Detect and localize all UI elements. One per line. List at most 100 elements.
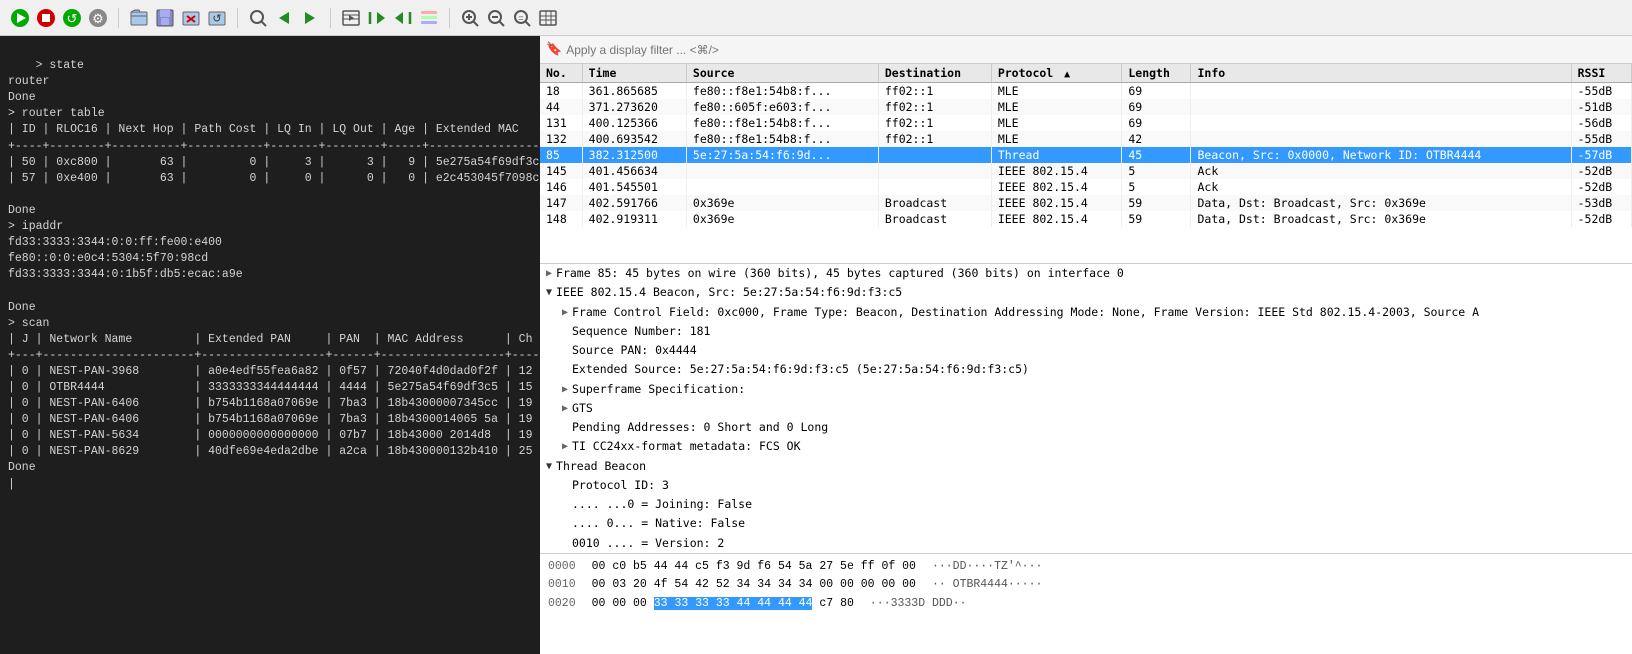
packet-cell-4: IEEE 802.15.4 — [991, 179, 1122, 195]
ieee-summary-text: IEEE 802.15.4 Beacon, Src: 5e:27:5a:54:f… — [556, 284, 902, 301]
packet-cell-1: 400.125366 — [582, 115, 686, 131]
ieee-summary[interactable]: ▼ IEEE 802.15.4 Beacon, Src: 5e:27:5a:54… — [540, 283, 1632, 302]
go-forward-button[interactable] — [298, 6, 322, 30]
detail-item[interactable]: ▶GTS — [540, 399, 1632, 418]
go-to-packet-button[interactable] — [339, 6, 363, 30]
detail-items-container: ▶Frame Control Field: 0xc000, Frame Type… — [540, 303, 1632, 555]
packet-row[interactable]: 85382.3125005e:27:5a:54:f6:9d...Thread45… — [540, 147, 1632, 163]
packet-cell-0: 44 — [540, 99, 582, 115]
packet-cell-3 — [878, 163, 991, 179]
zoom-out-button[interactable] — [484, 6, 508, 30]
detail-item[interactable]: Extended Source: 5e:27:5a:54:f6:9d:f3:c5… — [540, 360, 1632, 379]
search-controls — [246, 6, 322, 30]
detail-item[interactable]: ▶Superframe Specification: — [540, 380, 1632, 399]
detail-item-text: Superframe Specification: — [572, 381, 745, 398]
restart-capture-button[interactable]: ↺ — [60, 6, 84, 30]
expand-arrow-icon: ▶ — [562, 439, 568, 454]
col-source[interactable]: Source — [686, 64, 878, 83]
packet-cell-6 — [1191, 99, 1571, 115]
column-prefs-button[interactable] — [536, 6, 560, 30]
packet-cell-3: Broadcast — [878, 211, 991, 227]
expand-arrow-icon: ▶ — [562, 401, 568, 416]
packet-cell-4: IEEE 802.15.4 — [991, 195, 1122, 211]
packet-cell-1: 402.591766 — [582, 195, 686, 211]
packet-cell-5: 69 — [1122, 115, 1191, 131]
packet-list[interactable]: No. Time Source Destination Protocol ▲ L… — [540, 64, 1632, 264]
reload-file-button[interactable]: ↺ — [205, 6, 229, 30]
start-capture-button[interactable] — [8, 6, 32, 30]
col-protocol[interactable]: Protocol ▲ — [991, 64, 1122, 83]
detail-item-text: Extended Source: 5e:27:5a:54:f6:9d:f3:c5… — [572, 362, 1029, 376]
packet-cell-0: 146 — [540, 179, 582, 195]
terminal-panel[interactable]: > state router Done > router table | ID … — [0, 36, 540, 654]
packet-cell-6 — [1191, 115, 1571, 131]
go-last-button[interactable] — [391, 6, 415, 30]
packet-row[interactable]: 145401.456634IEEE 802.15.45Ack-52dB — [540, 163, 1632, 179]
expand-arrow-icon: ▼ — [546, 459, 552, 474]
packet-details[interactable]: ▶ Frame 85: 45 bytes on wire (360 bits),… — [540, 264, 1632, 554]
packet-cell-1: 361.865685 — [582, 83, 686, 100]
filter-input[interactable] — [566, 43, 1626, 57]
detail-item[interactable]: 0010 .... = Version: 2 — [540, 534, 1632, 553]
go-first-button[interactable] — [365, 6, 389, 30]
packet-cell-3 — [878, 179, 991, 195]
packet-tbody: 18361.865685fe80::f8e1:54b8:f...ff02::1M… — [540, 83, 1632, 228]
detail-item-text: Thread Beacon — [556, 458, 646, 475]
packet-row[interactable]: 146401.545501IEEE 802.15.45Ack-52dB — [540, 179, 1632, 195]
capture-controls: ↺ ⚙ — [8, 6, 110, 30]
hex-rows-container: 0000 00 c0 b5 44 44 c5 f3 9d f6 54 5a 27 … — [548, 558, 1624, 613]
hex-bytes: 00 c0 b5 44 44 c5 f3 9d f6 54 5a 27 5e f… — [592, 558, 916, 576]
detail-item[interactable]: ▼ Thread Beacon — [540, 457, 1632, 476]
detail-item[interactable]: Source PAN: 0x4444 — [540, 341, 1632, 360]
packet-row[interactable]: 148402.9193110x369eBroadcastIEEE 802.15.… — [540, 211, 1632, 227]
close-file-button[interactable] — [179, 6, 203, 30]
packet-cell-2: 0x369e — [686, 211, 878, 227]
col-rssi[interactable]: RSSI — [1571, 64, 1631, 83]
zoom-in-button[interactable] — [458, 6, 482, 30]
colorize-button[interactable] — [417, 6, 441, 30]
packet-cell-5: 42 — [1122, 131, 1191, 147]
col-info[interactable]: Info — [1191, 64, 1571, 83]
col-length[interactable]: Length — [1122, 64, 1191, 83]
hex-offset: 0010 — [548, 576, 576, 594]
save-file-button[interactable] — [153, 6, 177, 30]
packet-row[interactable]: 147402.5917660x369eBroadcastIEEE 802.15.… — [540, 195, 1632, 211]
capture-options-button[interactable]: ⚙ — [86, 6, 110, 30]
packet-cell-6 — [1191, 131, 1571, 147]
detail-item[interactable]: Pending Addresses: 0 Short and 0 Long — [540, 418, 1632, 437]
col-time[interactable]: Time — [582, 64, 686, 83]
detail-item[interactable]: Sequence Number: 181 — [540, 322, 1632, 341]
col-no[interactable]: No. — [540, 64, 582, 83]
packet-cell-0: 132 — [540, 131, 582, 147]
detail-item[interactable]: Protocol ID: 3 — [540, 476, 1632, 495]
hex-offset: 0000 — [548, 558, 576, 576]
detail-item-text: .... 0... = Native: False — [572, 516, 745, 530]
packet-row[interactable]: 131400.125366fe80::f8e1:54b8:f...ff02::1… — [540, 115, 1632, 131]
packet-cell-1: 400.693542 — [582, 131, 686, 147]
packet-cell-5: 45 — [1122, 147, 1191, 163]
hex-ascii: ···3333D DDD·· — [870, 595, 967, 613]
detail-item[interactable]: .... 0... = Native: False — [540, 514, 1632, 533]
packet-cell-4: MLE — [991, 131, 1122, 147]
detail-item[interactable]: ▶TI CC24xx-format metadata: FCS OK — [540, 437, 1632, 456]
col-destination[interactable]: Destination — [878, 64, 991, 83]
packet-row[interactable]: 132400.693542fe80::f8e1:54b8:f...ff02::1… — [540, 131, 1632, 147]
detail-item[interactable]: .... ...0 = Joining: False — [540, 495, 1632, 514]
svg-text:=: = — [518, 13, 523, 23]
open-file-button[interactable] — [127, 6, 151, 30]
go-back-button[interactable] — [272, 6, 296, 30]
detail-item[interactable]: ▶Frame Control Field: 0xc000, Frame Type… — [540, 303, 1632, 322]
packet-cell-7: -55dB — [1571, 131, 1631, 147]
zoom-reset-button[interactable]: = — [510, 6, 534, 30]
hex-dump[interactable]: 0000 00 c0 b5 44 44 c5 f3 9d f6 54 5a 27 … — [540, 554, 1632, 654]
packet-cell-7: -56dB — [1571, 115, 1631, 131]
detail-item-text: Source PAN: 0x4444 — [572, 343, 697, 357]
frame-summary[interactable]: ▶ Frame 85: 45 bytes on wire (360 bits),… — [540, 264, 1632, 283]
packet-cell-4: MLE — [991, 83, 1122, 100]
packet-row[interactable]: 18361.865685fe80::f8e1:54b8:f...ff02::1M… — [540, 83, 1632, 100]
packet-row[interactable]: 44371.273620fe80::605f:e603:f...ff02::1M… — [540, 99, 1632, 115]
find-packet-button[interactable] — [246, 6, 270, 30]
stop-capture-button[interactable] — [34, 6, 58, 30]
packet-cell-7: -55dB — [1571, 83, 1631, 100]
expand-arrow-icon: ▶ — [562, 305, 568, 320]
